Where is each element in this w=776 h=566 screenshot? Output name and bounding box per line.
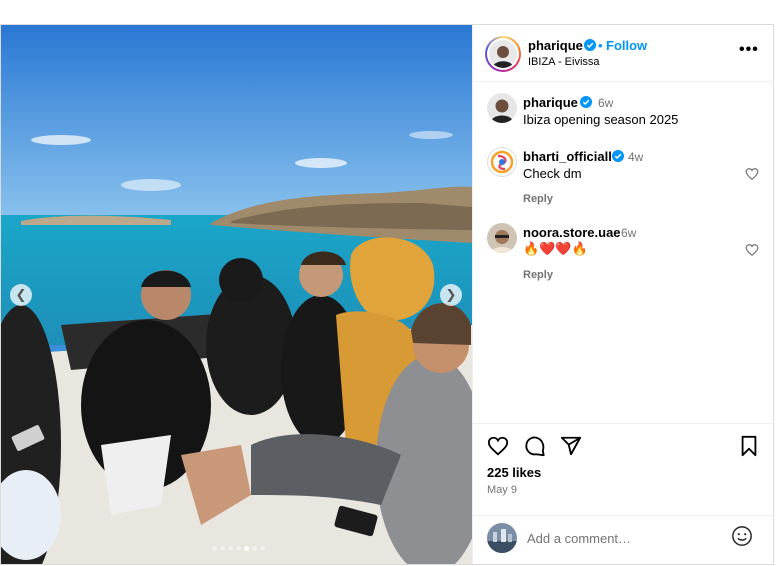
avatar[interactable]	[487, 147, 517, 177]
verified-badge-icon	[612, 150, 624, 162]
post-card: ❮ ❯ pharique • Follow IBIZA - Eivissa ••…	[0, 24, 775, 565]
reply-button[interactable]: Reply	[523, 269, 553, 281]
post-photo[interactable]: ❮ ❯	[1, 25, 472, 564]
comment-text: Check dm	[523, 166, 582, 181]
story-ring-avatar[interactable]	[485, 36, 521, 72]
carousel-dot	[236, 546, 241, 551]
carousel-dot	[244, 546, 249, 551]
verified-badge-icon	[580, 96, 592, 108]
carousel-prev-button[interactable]: ❮	[10, 284, 32, 306]
comment-item: bharti_officiall 4w Check dm Reply	[487, 147, 767, 209]
save-bookmark-icon[interactable]	[739, 435, 759, 457]
post-header: pharique • Follow IBIZA - Eivissa •••	[473, 25, 774, 82]
comment-item: noora.store.uae 6w 🔥❤️❤️🔥 Reply	[487, 223, 767, 285]
avatar	[489, 40, 517, 68]
post-date[interactable]: May 9	[487, 484, 517, 496]
follow-button[interactable]: Follow	[606, 38, 647, 53]
comment-input[interactable]	[527, 527, 717, 549]
comment-time[interactable]: 6w	[621, 226, 636, 240]
carousel-dot	[260, 546, 265, 551]
chevron-right-icon: ❯	[445, 287, 457, 303]
comment-time[interactable]: 4w	[628, 150, 643, 164]
author-username[interactable]: pharique	[528, 38, 583, 53]
post-side-panel: pharique • Follow IBIZA - Eivissa ••• ph…	[472, 25, 775, 564]
share-paper-plane-icon[interactable]	[560, 435, 582, 457]
more-options-button[interactable]: •••	[739, 41, 759, 59]
comment-username[interactable]: noora.store.uae	[523, 225, 621, 240]
avatar[interactable]	[487, 93, 517, 123]
comment-username[interactable]: bharti_officiall	[523, 149, 612, 164]
like-heart-icon[interactable]	[487, 435, 509, 457]
comment-text: Ibiza opening season 2025	[523, 112, 679, 127]
carousel-next-button[interactable]: ❯	[440, 284, 462, 306]
follow-separator: •	[598, 38, 603, 53]
comment-username[interactable]: pharique	[523, 95, 578, 110]
carousel-dot	[252, 546, 257, 551]
divider	[473, 423, 775, 424]
chevron-left-icon: ❮	[15, 287, 27, 303]
comments-list: pharique 6w Ibiza opening season 2025 bh…	[473, 83, 775, 423]
comment-like-heart-icon[interactable]	[745, 167, 759, 181]
emoji-smiley-icon[interactable]	[731, 525, 753, 547]
comment-bubble-icon[interactable]	[524, 435, 546, 457]
carousel-dot	[228, 546, 233, 551]
carousel-dot	[212, 546, 217, 551]
likes-count[interactable]: 225 likes	[487, 465, 541, 480]
carousel-indicator	[212, 546, 265, 551]
avatar[interactable]	[487, 223, 517, 253]
comment-text: 🔥❤️❤️🔥	[523, 242, 588, 257]
boat-scene-image	[1, 25, 472, 564]
current-user-avatar	[487, 523, 517, 553]
comment-time[interactable]: 6w	[598, 96, 613, 110]
caption-comment: pharique 6w Ibiza opening season 2025	[487, 93, 767, 133]
reply-button[interactable]: Reply	[523, 193, 553, 205]
divider	[473, 515, 775, 516]
post-location[interactable]: IBIZA - Eivissa	[528, 56, 600, 68]
carousel-dot	[220, 546, 225, 551]
verified-badge-icon	[584, 39, 596, 51]
comment-like-heart-icon[interactable]	[745, 243, 759, 257]
